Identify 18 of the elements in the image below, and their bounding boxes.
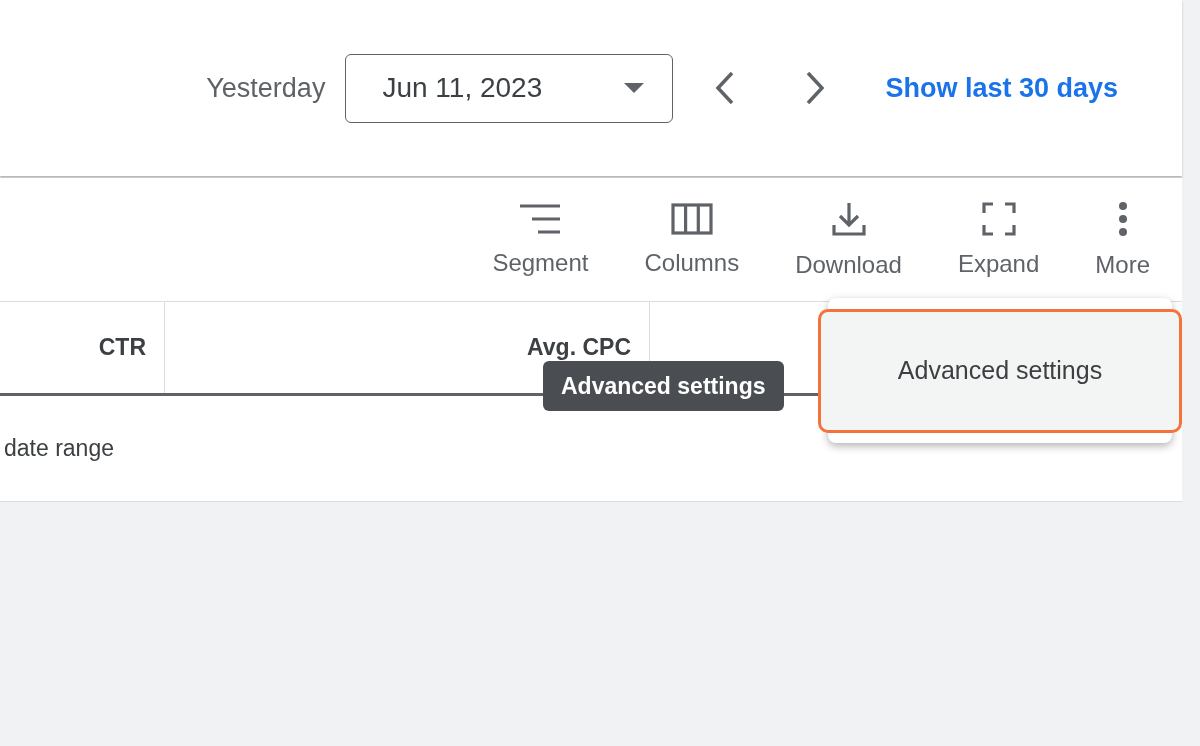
show-last-30-days-link[interactable]: Show last 30 days [885, 72, 1118, 104]
segment-icon [518, 202, 563, 235]
toolbar-button[interactable]: Expand [943, 201, 1054, 278]
columns-icon [670, 202, 713, 235]
download-icon [830, 200, 867, 237]
date-range-label: Yesterday [206, 72, 326, 104]
table-cell-text: date range [3, 435, 114, 462]
toolbar-button[interactable]: Segment [478, 202, 603, 277]
toolbar-button[interactable]: Columns [630, 202, 754, 277]
more-icon [1117, 200, 1128, 237]
toolbar-button[interactable]: Download [781, 200, 916, 279]
dropdown-caret-icon [624, 83, 645, 93]
expand-icon [981, 201, 1016, 236]
date-dropdown[interactable]: Jun 11, 2023 [345, 53, 674, 123]
tooltip: Advanced settings [543, 361, 784, 411]
column-header[interactable]: CTR [0, 302, 165, 393]
toolbar-button[interactable]: More [1081, 200, 1164, 279]
menu-item[interactable]: Advanced settings [818, 308, 1182, 433]
